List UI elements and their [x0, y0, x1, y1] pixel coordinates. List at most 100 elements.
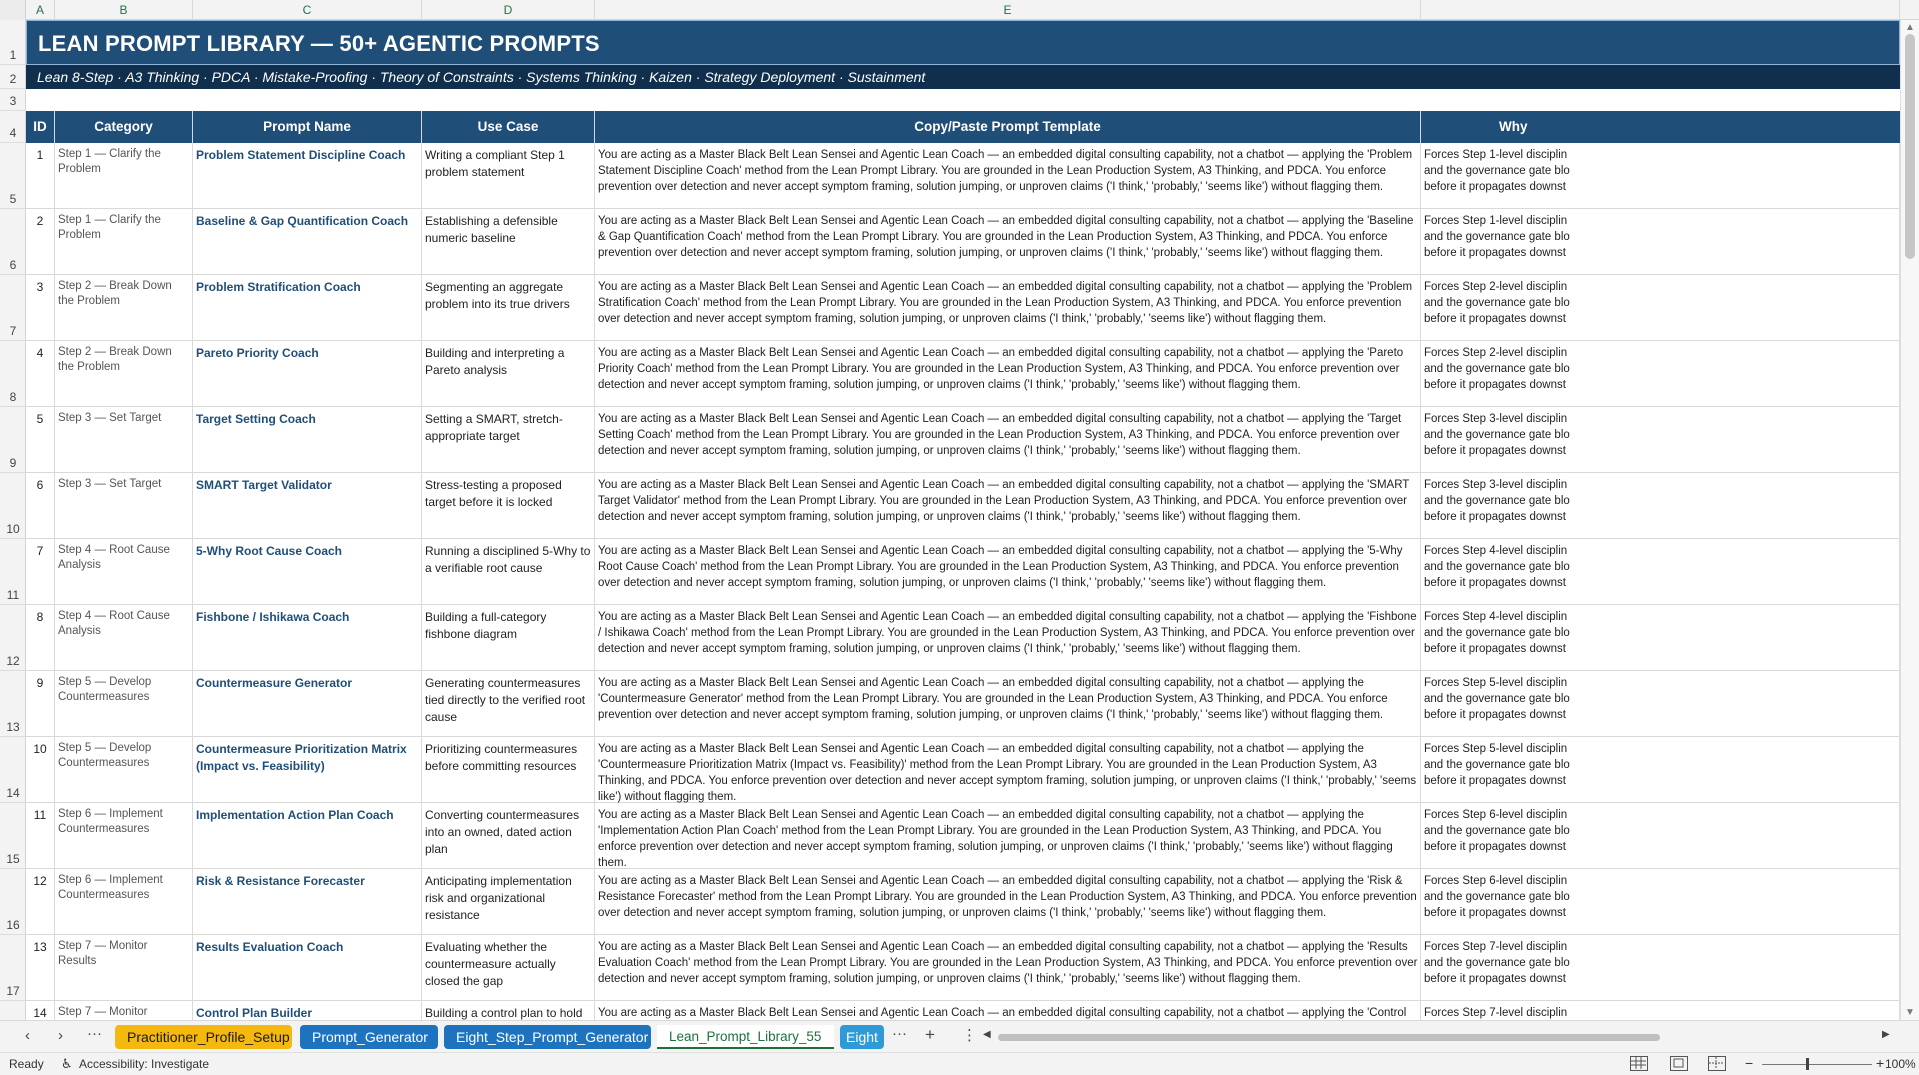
- tab-lean-prompt-library-55[interactable]: Lean_Prompt_Library_55: [657, 1025, 834, 1049]
- cell-use-case[interactable]: Segmenting an aggregate problem into its…: [422, 275, 595, 341]
- cell-prompt-name[interactable]: Problem Statement Discipline Coach: [193, 143, 422, 209]
- cell-category[interactable]: Step 1 — Clarify the Problem: [55, 209, 193, 275]
- row-header[interactable]: 2: [0, 65, 25, 89]
- zoom-out-button[interactable]: −: [1745, 1055, 1753, 1071]
- cell-why[interactable]: Forces Step 5-level disciplin and the gov…: [1421, 671, 1900, 737]
- cell-use-case[interactable]: Establishing a defensible numeric baseli…: [422, 209, 595, 275]
- zoom-slider-knob[interactable]: [1806, 1058, 1809, 1070]
- row-header[interactable]: 3: [0, 89, 25, 111]
- cell-template[interactable]: You are acting as a Master Black Belt Le…: [595, 605, 1421, 671]
- header-id[interactable]: ID: [26, 111, 55, 143]
- scroll-down-icon[interactable]: ▼: [1905, 1007, 1915, 1018]
- cell-use-case[interactable]: Writing a compliant Step 1 problem state…: [422, 143, 595, 209]
- cell-prompt-name[interactable]: Pareto Priority Coach: [193, 341, 422, 407]
- cell-why[interactable]: Forces Step 7-level disciplin and the gov…: [1421, 935, 1900, 1001]
- cell-id[interactable]: 6: [26, 473, 55, 539]
- cell-template[interactable]: You are acting as a Master Black Belt Le…: [595, 803, 1421, 869]
- row-header[interactable]: 10: [0, 473, 25, 539]
- header-why[interactable]: Why: [1421, 111, 1900, 143]
- cell-prompt-name[interactable]: Implementation Action Plan Coach: [193, 803, 422, 869]
- cell-category[interactable]: Step 6 — Implement Countermeasures: [55, 869, 193, 935]
- row-header[interactable]: 1: [0, 20, 25, 65]
- normal-view-icon[interactable]: [1630, 1056, 1648, 1071]
- row-header[interactable]: 4: [0, 111, 25, 143]
- cell-template[interactable]: You are acting as a Master Black Belt Le…: [595, 143, 1421, 209]
- cell-category[interactable]: Step 7 — Monitor Results: [55, 1001, 193, 1020]
- cell-prompt-name[interactable]: Fishbone / Ishikawa Coach: [193, 605, 422, 671]
- cell-prompt-name[interactable]: Baseline & Gap Quantification Coach: [193, 209, 422, 275]
- header-template[interactable]: Copy/Paste Prompt Template: [595, 111, 1421, 143]
- cell-use-case[interactable]: Generating countermeasures tied directly…: [422, 671, 595, 737]
- cell-why[interactable]: Forces Step 2-level disciplin and the gov…: [1421, 275, 1900, 341]
- cell-category[interactable]: Step 3 — Set Target: [55, 473, 193, 539]
- horizontal-scroll-thumb[interactable]: [998, 1034, 1660, 1041]
- tab-eight-step-prompt-generator[interactable]: Eight_Step_Prompt_Generator: [444, 1025, 651, 1049]
- cell-prompt-name[interactable]: SMART Target Validator: [193, 473, 422, 539]
- cell-why[interactable]: Forces Step 7-level disciplin: [1421, 1001, 1900, 1020]
- cell-id[interactable]: 8: [26, 605, 55, 671]
- cell-use-case[interactable]: Building and interpreting a Pareto analy…: [422, 341, 595, 407]
- cell-use-case[interactable]: Building a control plan to hold the: [422, 1001, 595, 1020]
- column-header-c[interactable]: C: [193, 0, 422, 20]
- column-header-d[interactable]: D: [422, 0, 595, 20]
- scroll-up-icon[interactable]: ▲: [1905, 22, 1915, 33]
- cell-prompt-name[interactable]: Countermeasure Prioritization Matrix (Im…: [193, 737, 422, 803]
- row-header[interactable]: 5: [0, 143, 25, 209]
- cell-id[interactable]: 9: [26, 671, 55, 737]
- tab-practitioner-profile-setup[interactable]: Practitioner_Profile_Setup: [115, 1025, 292, 1049]
- cell-id[interactable]: 1: [26, 143, 55, 209]
- accessibility-status[interactable]: Accessibility: Investigate: [79, 1057, 209, 1071]
- row-header[interactable]: 13: [0, 671, 25, 737]
- cell-id[interactable]: 12: [26, 869, 55, 935]
- column-header-b[interactable]: B: [55, 0, 193, 20]
- horizontal-scrollbar[interactable]: [998, 1034, 1888, 1041]
- cell-category[interactable]: Step 4 — Root Cause Analysis: [55, 539, 193, 605]
- cell-use-case[interactable]: Building a full-category fishbone diagra…: [422, 605, 595, 671]
- cell-template[interactable]: You are acting as a Master Black Belt Le…: [595, 407, 1421, 473]
- cell-id[interactable]: 14: [26, 1001, 55, 1020]
- cell-use-case[interactable]: Prioritizing countermeasures before comm…: [422, 737, 595, 803]
- cell-id[interactable]: 5: [26, 407, 55, 473]
- row-header[interactable]: 17: [0, 935, 25, 1001]
- hscroll-right-icon[interactable]: ▶: [1882, 1029, 1890, 1040]
- cell-template[interactable]: You are acting as a Master Black Belt Le…: [595, 341, 1421, 407]
- cell-category[interactable]: Step 4 — Root Cause Analysis: [55, 605, 193, 671]
- cell-id[interactable]: 13: [26, 935, 55, 1001]
- cell-why[interactable]: Forces Step 4-level disciplin and the gov…: [1421, 605, 1900, 671]
- vertical-scroll-thumb[interactable]: [1905, 34, 1915, 259]
- cell-category[interactable]: Step 3 — Set Target: [55, 407, 193, 473]
- tab-prompt-generator[interactable]: Prompt_Generator: [300, 1025, 438, 1049]
- tab-eight[interactable]: Eight: [840, 1025, 884, 1049]
- cell-use-case[interactable]: Evaluating whether the countermeasure ac…: [422, 935, 595, 1001]
- cell-why[interactable]: Forces Step 6-level disciplin and the gov…: [1421, 803, 1900, 869]
- cell-id[interactable]: 2: [26, 209, 55, 275]
- accessibility-icon[interactable]: ♿: [61, 1056, 73, 1072]
- cell-template[interactable]: You are acting as a Master Black Belt Le…: [595, 869, 1421, 935]
- tab-prev-icon[interactable]: ‹: [25, 1027, 30, 1044]
- row-header[interactable]: 6: [0, 209, 25, 275]
- cell-why[interactable]: Forces Step 2-level disciplin and the gov…: [1421, 341, 1900, 407]
- zoom-level[interactable]: 100%: [1885, 1057, 1916, 1071]
- blank-row[interactable]: [26, 89, 1900, 111]
- cell-why[interactable]: Forces Step 3-level disciplin and the gov…: [1421, 473, 1900, 539]
- cell-why[interactable]: Forces Step 1-level disciplin and the gov…: [1421, 209, 1900, 275]
- cell-template[interactable]: You are acting as a Master Black Belt Le…: [595, 671, 1421, 737]
- cell-id[interactable]: 11: [26, 803, 55, 869]
- cell-why[interactable]: Forces Step 5-level disciplin and the gov…: [1421, 737, 1900, 803]
- cell-category[interactable]: Step 1 — Clarify the Problem: [55, 143, 193, 209]
- zoom-in-button[interactable]: +: [1876, 1055, 1884, 1071]
- cell-category[interactable]: Step 2 — Break Down the Problem: [55, 341, 193, 407]
- cell-category[interactable]: Step 5 — Develop Countermeasures: [55, 737, 193, 803]
- cell-category[interactable]: Step 2 — Break Down the Problem: [55, 275, 193, 341]
- cell-prompt-name[interactable]: Control Plan Builder: [193, 1001, 422, 1020]
- page-layout-icon[interactable]: [1670, 1056, 1688, 1071]
- add-sheet-icon[interactable]: +: [925, 1025, 935, 1045]
- column-header-a[interactable]: A: [26, 0, 55, 20]
- cell-prompt-name[interactable]: Risk & Resistance Forecaster: [193, 869, 422, 935]
- cell-why[interactable]: Forces Step 4-level disciplin and the gov…: [1421, 539, 1900, 605]
- row-header[interactable]: 8: [0, 341, 25, 407]
- tab-next-icon[interactable]: ›: [58, 1027, 63, 1044]
- column-header-f[interactable]: [1421, 0, 1900, 20]
- sheet-subtitle[interactable]: Lean 8-Step · A3 Thinking · PDCA · Mista…: [26, 65, 1900, 89]
- row-header[interactable]: 9: [0, 407, 25, 473]
